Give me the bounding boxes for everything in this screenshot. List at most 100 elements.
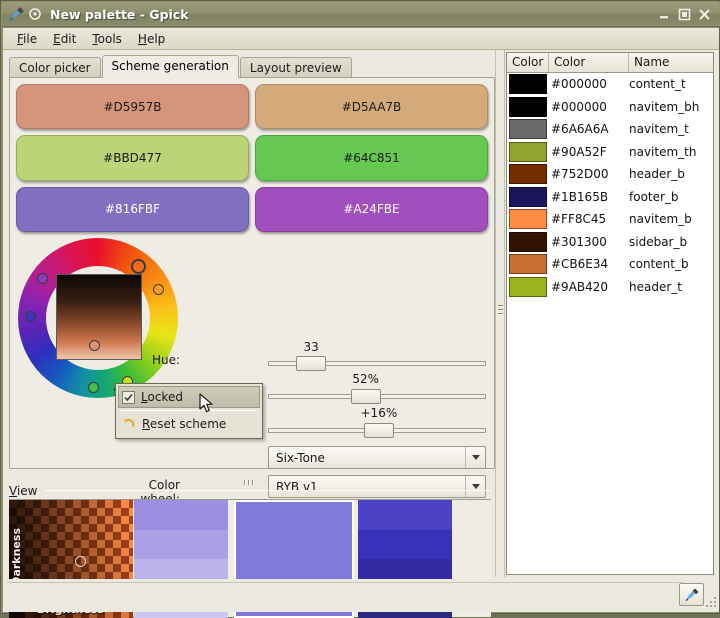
swatch-hex-label: #A24FBE <box>343 202 399 216</box>
row-color-hex: #CB6E34 <box>549 257 629 271</box>
tab-scheme-generation[interactable]: Scheme generation <box>102 55 239 78</box>
wheel-handle[interactable] <box>131 259 146 274</box>
row-color-swatch[interactable] <box>507 209 549 229</box>
row-color-swatch[interactable] <box>507 142 549 162</box>
context-reset-rest: eset scheme <box>150 417 226 431</box>
variation-cell[interactable] <box>236 531 352 560</box>
table-row[interactable]: #90A52Fnavitem_th <box>507 141 713 164</box>
row-color-swatch[interactable] <box>507 232 549 252</box>
row-color-hex: #301300 <box>549 235 629 249</box>
variation-cell[interactable] <box>236 502 352 531</box>
context-locked-rest: ocked <box>147 390 182 404</box>
row-color-name: footer_b <box>629 190 713 204</box>
maximize-button[interactable] <box>678 8 691 21</box>
context-menu-item-locked[interactable]: Locked <box>118 386 260 408</box>
saturation-slider[interactable] <box>268 389 486 403</box>
table-row[interactable]: #FF8C45navitem_b <box>507 208 713 231</box>
column-header-color-hex[interactable]: Color <box>549 53 629 72</box>
slider-thumb[interactable] <box>296 356 326 371</box>
variation-cell[interactable] <box>358 500 452 530</box>
status-divider <box>7 582 683 583</box>
column-header-color-swatch[interactable]: Color <box>507 53 549 72</box>
row-color-name: header_b <box>629 167 713 181</box>
wheel-handle[interactable] <box>88 382 99 393</box>
menu-tools[interactable]: Tools <box>84 30 130 48</box>
scheme-swatch[interactable]: #BBD477 <box>16 135 249 180</box>
slider-thumb[interactable] <box>351 389 381 404</box>
table-row[interactable]: #000000content_t <box>507 73 713 96</box>
horizontal-splitter[interactable] <box>3 471 495 481</box>
context-menu-item-reset-scheme[interactable]: Reset scheme <box>118 413 260 435</box>
variation-cell[interactable] <box>358 530 452 560</box>
row-color-swatch[interactable] <box>507 97 549 117</box>
row-color-name: content_t <box>629 77 713 91</box>
table-row[interactable]: #6A6A6Anavitem_t <box>507 118 713 141</box>
resize-grip-icon[interactable] <box>706 597 718 609</box>
undo-icon <box>121 416 138 433</box>
brightness-handle[interactable] <box>75 556 86 567</box>
palette-list[interactable]: Color Color Name #000000content_t#000000… <box>506 52 714 575</box>
color-wheel-widget[interactable] <box>18 238 180 400</box>
row-color-swatch[interactable] <box>507 119 549 139</box>
table-row[interactable]: #301300sidebar_b <box>507 231 713 254</box>
row-color-name: navitem_th <box>629 145 713 159</box>
client-area: Color picker Scheme generation Layout pr… <box>3 50 719 612</box>
row-color-swatch[interactable] <box>507 187 549 207</box>
wheel-handle[interactable] <box>25 311 36 322</box>
sv-handle[interactable] <box>89 340 100 351</box>
swatch-hex-label: #BBD477 <box>103 151 162 165</box>
row-color-swatch[interactable] <box>507 254 549 274</box>
tab-color-picker[interactable]: Color picker <box>9 57 101 78</box>
hue-slider[interactable] <box>268 356 486 370</box>
scheme-swatch-grid: #D5957B #D5AA7B #BBD477 #64C851 #816FBF … <box>16 84 488 232</box>
row-color-hex: #6A6A6A <box>549 122 629 136</box>
row-color-hex: #752D00 <box>549 167 629 181</box>
table-row[interactable]: #000000navitem_bh <box>507 96 713 119</box>
scheme-type-dropdown[interactable]: Six-Tone <box>268 446 486 469</box>
column-header-name[interactable]: Name <box>629 53 713 72</box>
application-window: New palette - Gpick File Edit Tools Help <box>0 0 720 614</box>
wheel-handle[interactable] <box>37 273 48 284</box>
swatch-hex-label: #64C851 <box>343 151 400 165</box>
minimize-button[interactable] <box>658 8 671 21</box>
view-label-rest: iew <box>17 484 38 498</box>
checkbox-checked-icon[interactable] <box>122 391 135 404</box>
table-row[interactable]: #752D00header_b <box>507 163 713 186</box>
row-color-swatch[interactable] <box>507 164 549 184</box>
close-button[interactable] <box>698 8 711 21</box>
swatch-hex-label: #D5957B <box>103 100 161 114</box>
table-row[interactable]: #1B165Bfooter_b <box>507 186 713 209</box>
hue-value: 33 <box>291 340 331 354</box>
row-color-swatch[interactable] <box>507 277 549 297</box>
window-controls <box>658 8 711 21</box>
row-color-name: navitem_t <box>629 122 713 136</box>
eyedropper-button[interactable] <box>679 583 704 606</box>
view-header[interactable]: View <box>9 482 491 499</box>
saturation-value: 52% <box>346 372 386 386</box>
variation-cell[interactable] <box>134 530 228 560</box>
row-color-hex: #000000 <box>549 77 629 91</box>
menu-edit[interactable]: Edit <box>45 30 84 48</box>
menu-help[interactable]: Help <box>130 30 173 48</box>
table-row[interactable]: #9AB420header_t <box>507 276 713 299</box>
palette-scrollbar[interactable] <box>714 52 719 575</box>
vertical-splitter[interactable] <box>495 50 505 577</box>
chevron-down-icon[interactable] <box>465 447 485 468</box>
wheel-handle[interactable] <box>153 284 164 295</box>
scheme-swatch[interactable]: #D5AA7B <box>255 84 488 129</box>
tab-layout-preview[interactable]: Layout preview <box>240 57 352 78</box>
scheme-swatch[interactable]: #D5957B <box>16 84 249 129</box>
variation-cell[interactable] <box>134 500 228 530</box>
title-bar[interactable]: New palette - Gpick <box>2 2 720 27</box>
scheme-swatch[interactable]: #64C851 <box>255 135 488 180</box>
scheme-swatch[interactable]: #A24FBE <box>255 187 488 232</box>
swatch-hex-label: #D5AA7B <box>342 100 402 114</box>
slider-thumb[interactable] <box>364 423 394 438</box>
scheme-type-value: Six-Tone <box>269 451 465 465</box>
menu-file[interactable]: File <box>9 30 45 48</box>
row-color-swatch[interactable] <box>507 74 549 94</box>
window-menu-icon[interactable] <box>28 7 42 21</box>
table-row[interactable]: #CB6E34content_b <box>507 253 713 276</box>
scheme-swatch[interactable]: #816FBF <box>16 187 249 232</box>
lightness-slider[interactable] <box>268 423 486 437</box>
